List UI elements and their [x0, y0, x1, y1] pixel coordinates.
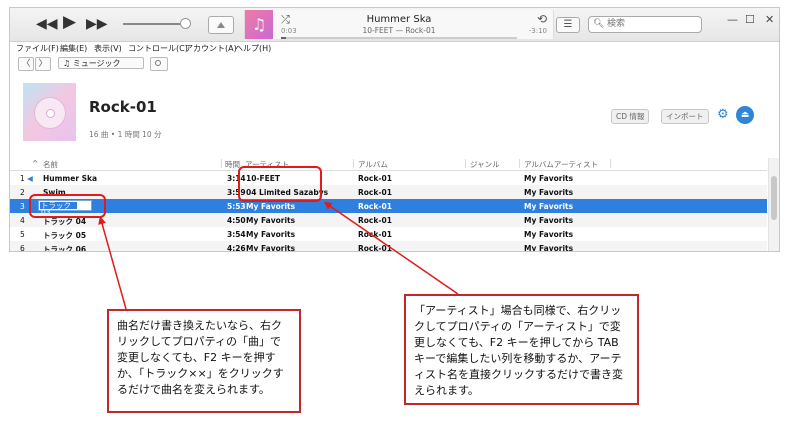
rewind-button[interactable]: ◀◀: [36, 16, 58, 32]
gear-icon[interactable]: ⚙: [717, 107, 729, 122]
callout-artist: 「アーティスト」場合も同様で、右クリックしてプロパティの「アーティスト」で変更し…: [404, 294, 639, 405]
time-elapsed: 0:03: [281, 27, 297, 35]
track-album: Rock-01: [358, 216, 392, 225]
header-album[interactable]: アルバム: [358, 159, 388, 170]
column-divider: [353, 159, 354, 168]
track-time: 3:54: [227, 230, 246, 239]
progress-fill: [281, 37, 286, 39]
album-artwork: [23, 83, 76, 141]
header-genre[interactable]: ジャンル: [470, 159, 500, 170]
player-toolbar: ◀◀ ▶ ▶▶ ♫ ⤮ Hummer Ska 10-FEET — Rock-01…: [10, 8, 779, 42]
column-divider: [221, 159, 222, 168]
track-artist[interactable]: My Favorits: [246, 202, 295, 211]
search-placeholder: 検索: [607, 19, 626, 29]
forward-button[interactable]: ▶▶: [86, 16, 108, 32]
now-playing-display: ♫ ⤮ Hummer Ska 10-FEET — Rock-01 0:03 -3…: [244, 10, 554, 39]
table-row[interactable]: 5 トラック 05 3:54 My Favorits Rock-01 My Fa…: [10, 227, 767, 241]
highlight-artist: [238, 166, 322, 202]
forward-nav-button[interactable]: 〉: [35, 57, 51, 71]
close-button[interactable]: ✕: [765, 13, 774, 26]
track-album-artist: My Favorits: [524, 216, 574, 225]
table-row[interactable]: 1 ◀ Hummer Ska 3:14 10-FEET Rock-01 My F…: [10, 171, 767, 185]
track-artist[interactable]: My Favorits: [246, 230, 295, 239]
header-album-artist[interactable]: アルバムアーティスト: [524, 159, 598, 170]
track-number: 6: [20, 244, 25, 252]
track-time: 5:53: [227, 202, 246, 211]
track-album: Rock-01: [358, 202, 392, 211]
search-field[interactable]: 🔍︎ 検索: [588, 16, 702, 33]
column-divider: [519, 159, 520, 168]
itunes-window: ◀◀ ▶ ▶▶ ♫ ⤮ Hummer Ska 10-FEET — Rock-01…: [9, 7, 780, 252]
track-album: Rock-01: [358, 244, 392, 252]
track-time: 4:50: [227, 216, 246, 225]
menu-edit[interactable]: 編集(E): [60, 43, 87, 54]
progress-bar[interactable]: [281, 37, 517, 39]
table-row[interactable]: 2 Swim 3:59 04 Limited Sazabys Rock-01 M…: [10, 185, 767, 199]
sort-icon[interactable]: ^: [32, 159, 38, 168]
volume-knob[interactable]: [180, 18, 191, 29]
track-album-artist: My Favorits: [524, 244, 574, 252]
menu-help[interactable]: ヘルプ(H): [235, 43, 271, 54]
time-remaining: -3:10: [528, 27, 547, 35]
up-next-button[interactable]: ☰: [556, 17, 580, 33]
header-name[interactable]: 名前: [43, 159, 58, 170]
track-number: 2: [20, 188, 25, 197]
track-number: 3: [20, 202, 25, 211]
track-name[interactable]: トラック 06: [43, 244, 86, 251]
track-artist[interactable]: My Favorits: [246, 216, 295, 225]
track-album: Rock-01: [358, 230, 392, 239]
track-album-artist: My Favorits: [524, 174, 574, 183]
radio-icon[interactable]: [150, 57, 168, 71]
table-row[interactable]: 4 トラック 04 4:50 My Favorits Rock-01 My Fa…: [10, 213, 767, 227]
search-icon: 🔍︎: [593, 19, 605, 29]
menu-view[interactable]: 表示(V): [94, 43, 122, 54]
cd-info-button[interactable]: CD 情報: [611, 109, 650, 124]
table-header: ^ 名前 時間 アーティスト アルバム ジャンル アルバムアーティスト: [10, 158, 767, 171]
scrollbar[interactable]: [768, 158, 779, 251]
back-button[interactable]: 〈: [18, 57, 34, 71]
airplay-icon[interactable]: [208, 16, 234, 34]
now-playing-icon: ◀: [27, 174, 33, 183]
maximize-button[interactable]: ☐: [745, 13, 755, 26]
scrollbar-thumb[interactable]: [771, 176, 777, 220]
track-artist[interactable]: My Favorits: [246, 244, 295, 251]
track-time: 4:26: [227, 244, 246, 252]
column-divider: [610, 159, 611, 168]
track-number: 1: [20, 174, 25, 183]
navigation-row: 〈 〉 ♫ ミュージック: [10, 56, 779, 74]
eject-button[interactable]: ⏏: [736, 106, 754, 124]
track-name[interactable]: Hummer Ska: [43, 174, 97, 183]
menu-account[interactable]: アカウント(A): [185, 43, 237, 54]
track-album-artist: My Favorits: [524, 202, 574, 211]
highlight-track-name: [29, 194, 106, 218]
callout-track-name: 曲名だけ書き換えたいなら、右クリックしてプロパティの「曲」で変更しなくても、F2…: [107, 309, 301, 413]
repeat-icon[interactable]: ⟲: [537, 12, 547, 26]
menu-control[interactable]: コントロール(C): [128, 43, 188, 54]
column-divider: [465, 159, 466, 168]
play-button[interactable]: ▶: [63, 14, 76, 31]
album-title: Rock-01: [89, 98, 157, 116]
import-button[interactable]: インポート: [661, 109, 709, 124]
track-album-artist: My Favorits: [524, 230, 574, 239]
menu-file[interactable]: ファイル(F): [16, 43, 59, 54]
media-picker[interactable]: ♫ ミュージック: [58, 57, 144, 69]
track-number: 5: [20, 230, 25, 239]
track-name[interactable]: トラック 05: [43, 230, 86, 241]
minimize-button[interactable]: —: [727, 13, 738, 26]
table-row[interactable]: 6 トラック 06 4:26 My Favorits Rock-01 My Fa…: [10, 241, 767, 252]
song-title: Hummer Ska: [366, 14, 432, 25]
cd-icon: [34, 97, 66, 129]
track-album: Rock-01: [358, 188, 392, 197]
track-album: Rock-01: [358, 174, 392, 183]
track-number: 4: [20, 216, 25, 225]
track-album-artist: My Favorits: [524, 188, 574, 197]
volume-slider[interactable]: [123, 23, 183, 25]
album-meta: 16 曲 • 1 時間 10 分: [89, 130, 162, 139]
table-row-selected[interactable]: 3 トラック 03 5:53 My Favorits Rock-01 My Fa…: [10, 199, 767, 216]
menu-bar: ファイル(F) 編集(E) 表示(V) コントロール(C) アカウント(A) ヘ…: [10, 42, 779, 55]
